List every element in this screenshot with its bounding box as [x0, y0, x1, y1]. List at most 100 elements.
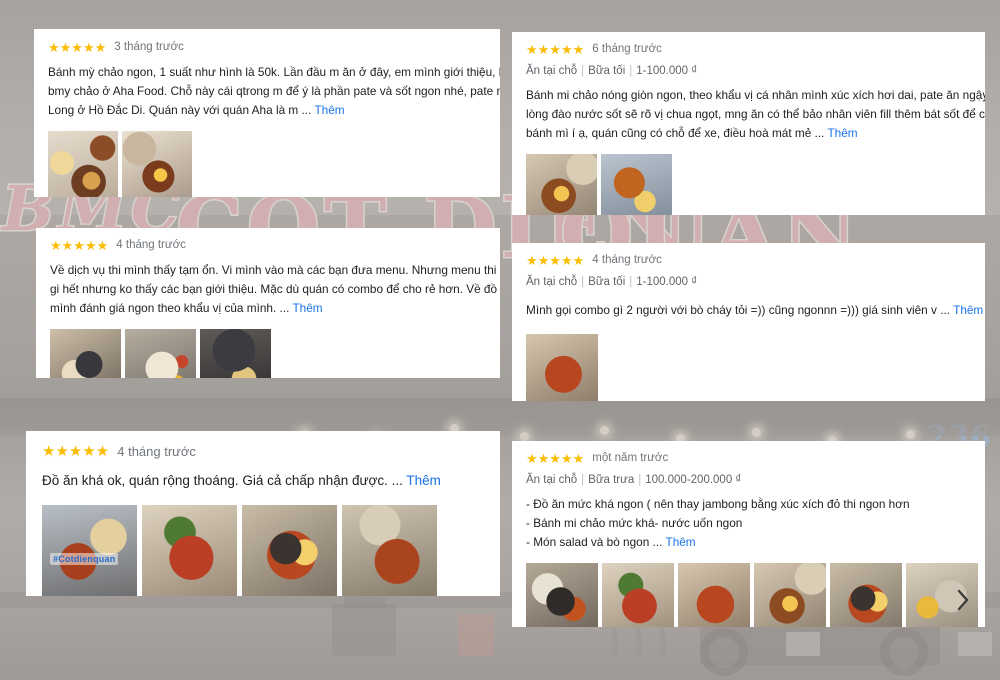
- background-stool: [344, 596, 386, 608]
- review-photo-strip: [48, 131, 486, 197]
- review-photo-thumbnail[interactable]: [602, 563, 674, 627]
- screenshot-stage: BMC COT DIEN QUAN 236 ★★★★★ 3 tháng trướ…: [0, 0, 1000, 680]
- star-rating-icon: ★★★★★: [526, 42, 585, 57]
- review-photo-thumbnail[interactable]: [48, 131, 118, 197]
- rating-row: ★★★★★ 4 tháng trước: [50, 239, 486, 252]
- review-meta: Ăn tại chỗ | Bữa trưa | 100.000-200.000 ₫: [526, 474, 971, 486]
- review-photo-thumbnail[interactable]: [526, 334, 598, 401]
- background-license-plate: [786, 632, 820, 656]
- review-text: Bánh mỳ chảo ngon, 1 suất như hình là 50…: [48, 63, 500, 120]
- star-rating-icon: ★★★★★: [50, 238, 109, 253]
- review-photo-thumbnail[interactable]: [754, 563, 826, 627]
- review-card[interactable]: ★★★★★ 3 tháng trước Bánh mỳ chảo ngon, 1…: [34, 29, 500, 197]
- background-bucket: [458, 614, 494, 656]
- review-text-line-with-more: bánh mì í ạ, quán cũng có chỗ để xe, điề…: [526, 124, 971, 143]
- review-photo-thumbnail[interactable]: [125, 329, 196, 378]
- review-text-line-with-more: Mình gọi combo gì 2 người với bò cháy tỏ…: [526, 301, 983, 320]
- more-link[interactable]: Thêm: [827, 126, 857, 140]
- review-photo-strip: [526, 334, 971, 401]
- photo-hashtag-sticker: #Cotdienquan: [50, 552, 119, 565]
- ceiling-light-icon: [906, 430, 915, 439]
- review-photo-thumbnail[interactable]: [242, 505, 337, 596]
- review-photo-thumbnail[interactable]: [678, 563, 750, 627]
- rating-row: ★★★★★ 3 tháng trước: [48, 41, 486, 54]
- review-text-line-with-more: Long ở Hồ Đắc Di. Quán này với quán Aha …: [48, 101, 486, 120]
- review-timestamp: 4 tháng trước: [592, 253, 662, 266]
- review-photo-thumbnail[interactable]: [50, 329, 121, 378]
- star-rating-icon: ★★★★★: [526, 253, 585, 268]
- review-photo-thumbnail[interactable]: [342, 505, 437, 596]
- review-text: Mình gọi combo gì 2 người với bò cháy tỏ…: [526, 301, 983, 320]
- review-timestamp: 6 tháng trước: [592, 42, 662, 55]
- meta-price-range: 1-100.000 ₫: [636, 65, 698, 77]
- review-card[interactable]: ★★★★★ một năm trước Ăn tại chỗ | Bữa trưa |…: [512, 441, 985, 627]
- meta-separator: |: [629, 276, 633, 288]
- review-photo-thumbnail[interactable]: [526, 563, 598, 627]
- rating-row: ★★★★★ 6 tháng trước: [526, 43, 971, 56]
- meta-service-type: Ăn tại chỗ: [526, 474, 578, 486]
- meta-separator: |: [581, 276, 585, 288]
- review-photo-thumbnail[interactable]: [601, 154, 672, 215]
- star-rating-icon: ★★★★★: [42, 443, 110, 460]
- review-card[interactable]: ★★★★★ 6 tháng trước Ăn tại chỗ | Bữa tối | 1…: [512, 32, 985, 215]
- review-card[interactable]: ★★★★★ 4 tháng trước Về dịch vụ thi mình …: [36, 228, 500, 378]
- review-text: Đồ ăn khá ok, quán rộng thoáng. Giá cả c…: [42, 471, 484, 491]
- review-meta: Ăn tại chỗ | Bữa tối | 1-100.000 ₫: [526, 65, 971, 77]
- review-card[interactable]: ★★★★★ 4 tháng trước Đồ ăn khá ok, quán r…: [26, 431, 500, 596]
- review-photo-thumbnail[interactable]: [200, 329, 271, 378]
- meta-separator: |: [581, 474, 585, 486]
- meta-meal-type: Bữa tối: [588, 65, 626, 77]
- review-text-line: Mình gọi combo gì 2 người với bò cháy tỏ…: [526, 303, 951, 317]
- review-text-line: Bánh mi chảo nóng giòn ngon, theo khẩu v…: [526, 88, 985, 102]
- review-photo-strip: #Cotdienquan: [42, 505, 484, 596]
- review-timestamp: 3 tháng trước: [114, 40, 184, 53]
- review-text-line: Long ở Hồ Đắc Di. Quán này với quán Aha …: [48, 103, 312, 118]
- more-link[interactable]: Thêm: [314, 103, 344, 117]
- review-text-line: - Bánh mi chảo mức khá- nước uốn ngon: [526, 516, 743, 531]
- review-photo-strip: [526, 154, 971, 215]
- review-text: - Đồ ăn mức khá ngon ( nên thay jambong …: [526, 495, 971, 552]
- more-link[interactable]: Thêm: [665, 535, 695, 549]
- review-photo-thumbnail[interactable]: [526, 154, 597, 215]
- review-text-line: lòng đào nước sốt sẽ rõ vị chua ngọt, mn…: [526, 107, 985, 122]
- more-link[interactable]: Thêm: [406, 473, 441, 488]
- rating-row: ★★★★★ một năm trước: [526, 452, 971, 465]
- chevron-right-icon[interactable]: [952, 585, 974, 615]
- star-rating-icon: ★★★★★: [526, 451, 585, 466]
- review-text: Về dịch vụ thi mình thấy tạm ổn. Vi mình…: [50, 261, 500, 318]
- meta-separator: |: [629, 65, 633, 77]
- meta-price-range: 1-100.000 ₫: [636, 276, 698, 288]
- more-link[interactable]: Thêm: [953, 303, 983, 317]
- background-scooter-wheel: [700, 628, 748, 676]
- ceiling-light-icon: [600, 426, 609, 435]
- star-rating-icon: ★★★★★: [48, 40, 107, 55]
- review-text-line: Đồ ăn khá ok, quán rộng thoáng. Giá cả c…: [42, 473, 403, 488]
- review-text: Bánh mi chảo nóng giòn ngon, theo khẩu v…: [526, 86, 985, 143]
- meta-service-type: Ăn tại chỗ: [526, 276, 578, 288]
- review-photo-thumbnail[interactable]: #Cotdienquan: [42, 505, 137, 596]
- more-link[interactable]: Thêm: [292, 301, 322, 315]
- review-text-line: Bánh mỳ chảo ngon, 1 suất như hình là 50…: [48, 65, 500, 79]
- background-license-plate: [958, 632, 992, 656]
- ceiling-light-icon: [520, 432, 529, 441]
- review-text-line: mình đánh giá ngon theo khẩu vị của mình…: [50, 301, 290, 316]
- meta-separator: |: [581, 65, 585, 77]
- meta-meal-type: Bữa tối: [588, 276, 626, 288]
- review-photo-strip: [526, 563, 978, 627]
- review-card[interactable]: ★★★★★ 4 tháng trước Ăn tại chỗ | Bữa tối | 1…: [512, 243, 985, 401]
- review-photo-thumbnail[interactable]: [830, 563, 902, 627]
- review-text-line: - Đồ ăn mức khá ngon ( nên thay jambong …: [526, 497, 910, 511]
- review-photo-thumbnail[interactable]: [122, 131, 192, 197]
- review-photo-thumbnail[interactable]: [906, 563, 978, 627]
- review-timestamp: một năm trước: [592, 451, 669, 464]
- review-text-line-with-more: Đồ ăn khá ok, quán rộng thoáng. Giá cả c…: [42, 471, 484, 491]
- background-stool: [332, 604, 396, 656]
- meta-separator: |: [638, 474, 642, 486]
- rating-row: ★★★★★ 4 tháng trước: [42, 444, 484, 459]
- review-photo-thumbnail[interactable]: [142, 505, 237, 596]
- review-timestamp: 4 tháng trước: [117, 444, 196, 459]
- review-text-line: Về dịch vụ thi mình thấy tạm ổn. Vi mình…: [50, 263, 500, 277]
- review-text-line-with-more: mình đánh giá ngon theo khẩu vị của mình…: [50, 299, 486, 318]
- review-meta: Ăn tại chỗ | Bữa tối | 1-100.000 ₫: [526, 276, 971, 288]
- review-photo-strip: [50, 329, 486, 378]
